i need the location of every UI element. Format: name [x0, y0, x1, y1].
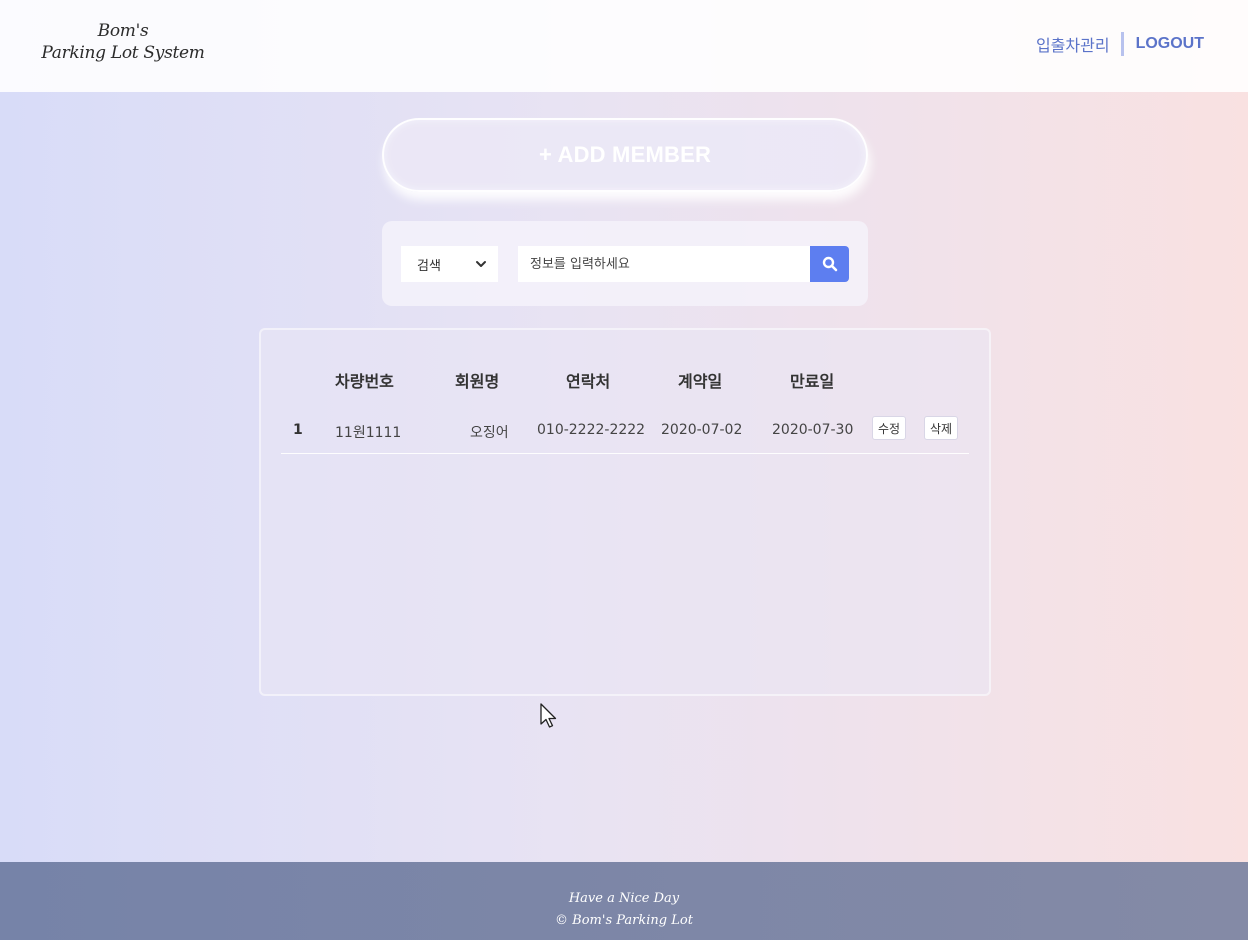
edit-button[interactable]: 수정 — [872, 416, 907, 440]
search-input[interactable] — [518, 246, 810, 282]
top-nav: 입출차관리 LOGOUT — [1036, 32, 1204, 56]
member-table: 차량번호 회원명 연락처 계약일 만료일 1 11원1111 오징어 010-2… — [259, 328, 991, 696]
add-member-button[interactable]: + ADD MEMBER — [382, 118, 868, 192]
logo-line-1: Bom's — [97, 21, 149, 41]
search-icon — [822, 256, 837, 272]
cell-contact: 010-2222-2222 — [537, 422, 646, 438]
header-contact: 연락처 — [566, 372, 611, 391]
search-type-select[interactable]: 검색 — [401, 246, 498, 282]
nav-separator — [1120, 32, 1124, 56]
logo[interactable]: Bom's Parking Lot System — [38, 20, 208, 64]
logout-link[interactable]: LOGOUT — [1136, 35, 1204, 53]
cell-expire-date: 2020-07-30 — [772, 422, 854, 438]
search-type-value: 검색 — [417, 258, 441, 274]
row-divider — [281, 453, 969, 454]
delete-button[interactable]: 삭제 — [924, 416, 959, 440]
header-car-number: 차량번호 — [335, 372, 394, 391]
header-expire-date: 만료일 — [790, 372, 835, 391]
footer-greeting: Have a Nice Day — [568, 891, 680, 906]
header-member-name: 회원명 — [455, 372, 500, 391]
search-panel: 검색 — [382, 221, 868, 306]
logo-line-2: Parking Lot System — [41, 43, 205, 63]
cell-car-number: 11원1111 — [335, 425, 402, 441]
search-button[interactable] — [810, 246, 849, 282]
chevron-down-icon — [476, 261, 486, 267]
footer: Have a Nice Day © Bom's Parking Lot — [0, 862, 1248, 940]
row-number: 1 — [293, 422, 303, 438]
header-contract-date: 계약일 — [678, 372, 723, 391]
cell-contract-date: 2020-07-02 — [661, 422, 743, 438]
header: Bom's Parking Lot System 입출차관리 LOGOUT — [0, 0, 1248, 92]
nav-parking-management-link[interactable]: 입출차관리 — [1036, 32, 1110, 56]
mouse-cursor-icon — [540, 703, 557, 728]
cell-member-name: 오징어 — [470, 425, 509, 441]
footer-copyright: © Bom's Parking Lot — [555, 913, 693, 928]
